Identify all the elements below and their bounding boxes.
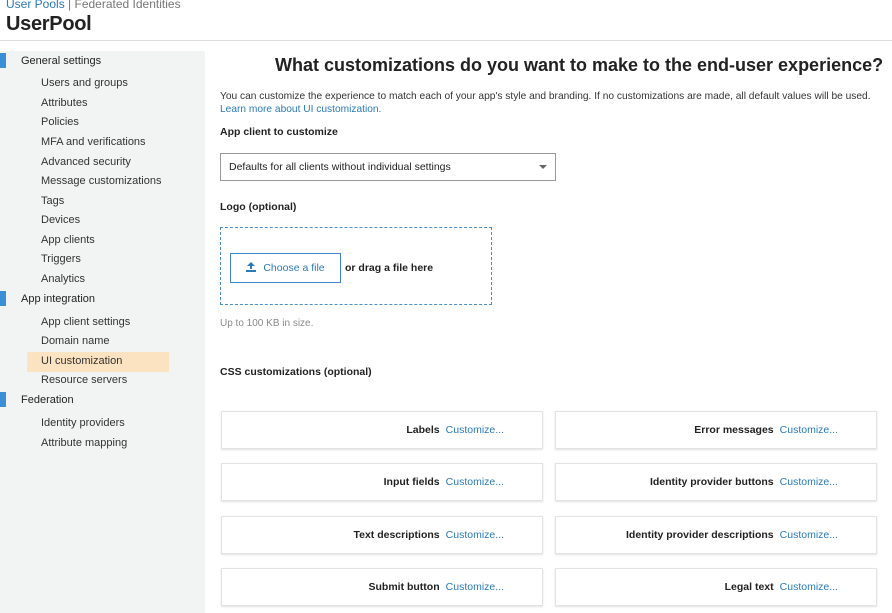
sidebar-section-federation[interactable]: Federation [0, 390, 74, 409]
customize-link[interactable]: Customize... [446, 581, 504, 593]
css-customizations-label: CSS customizations (optional) [220, 366, 372, 378]
card-label: Identity provider descriptions [626, 529, 774, 541]
upload-icon [246, 261, 257, 275]
breadcrumb: User Pools | Federated Identities [6, 0, 181, 11]
sidebar-section-label: App integration [21, 292, 95, 305]
sidebar-section-label: Federation [21, 393, 74, 406]
card-label: Input fields [383, 476, 440, 488]
logo-dropzone[interactable]: Choose a file or drag a file here [220, 227, 492, 305]
sidebar-item-domain-name[interactable]: Domain name [41, 334, 109, 349]
section-marker [0, 53, 6, 68]
app-client-select-value: Defaults for all clients without individ… [229, 161, 451, 173]
sidebar-item-identity-providers[interactable]: Identity providers [41, 416, 125, 431]
app-client-select[interactable]: Defaults for all clients without individ… [220, 153, 556, 181]
sidebar-item-users-and-groups[interactable]: Users and groups [41, 76, 128, 91]
customize-link[interactable]: Customize... [780, 529, 838, 541]
main-heading: What customizations do you want to make … [275, 55, 884, 75]
sidebar: General settings Users and groups Attrib… [0, 51, 205, 613]
choose-file-label: Choose a file [263, 262, 325, 274]
sidebar-section-general-settings[interactable]: General settings [0, 51, 101, 70]
size-hint: Up to 100 KB in size. [220, 318, 314, 329]
drag-file-text: or drag a file here [345, 262, 434, 274]
sidebar-item-attribute-mapping[interactable]: Attribute mapping [41, 436, 127, 451]
intro-text: You can customize the experience to matc… [220, 90, 871, 116]
customize-link[interactable]: Customize... [780, 476, 838, 488]
customize-link[interactable]: Customize... [446, 529, 504, 541]
app-client-label: App client to customize [220, 126, 338, 138]
card-label: Text descriptions [353, 529, 440, 541]
sidebar-section-app-integration[interactable]: App integration [0, 289, 95, 308]
intro-description: You can customize the experience to matc… [220, 91, 871, 102]
card-label: Error messages [694, 424, 774, 436]
card-identity-provider-buttons: Identity provider buttons Customize... [555, 463, 877, 501]
card-legal-text: Legal text Customize... [555, 568, 877, 606]
customize-link[interactable]: Customize... [446, 476, 504, 488]
customize-link[interactable]: Customize... [446, 424, 504, 436]
sidebar-item-tags[interactable]: Tags [41, 194, 64, 209]
sidebar-item-resource-servers[interactable]: Resource servers [41, 373, 127, 388]
chevron-down-icon [539, 165, 547, 169]
customize-link[interactable]: Customize... [780, 424, 838, 436]
sidebar-item-devices[interactable]: Devices [41, 213, 80, 228]
card-label: Identity provider buttons [649, 476, 774, 488]
card-error-messages: Error messages Customize... [555, 411, 877, 449]
card-labels: Labels Customize... [221, 411, 543, 449]
card-identity-provider-descriptions: Identity provider descriptions Customize… [555, 516, 877, 554]
choose-file-button[interactable]: Choose a file [230, 253, 341, 283]
sidebar-item-attributes[interactable]: Attributes [41, 96, 87, 111]
learn-more-link[interactable]: Learn more about UI customization. [220, 104, 381, 115]
sidebar-item-triggers[interactable]: Triggers [41, 252, 81, 267]
sidebar-item-app-clients[interactable]: App clients [41, 233, 95, 248]
card-label: Legal text [724, 581, 774, 593]
customize-link[interactable]: Customize... [780, 581, 838, 593]
page-title: UserPool [6, 13, 92, 35]
sidebar-item-ui-customization[interactable]: UI customization [41, 354, 122, 369]
card-label: Submit button [368, 581, 440, 593]
card-label: Labels [406, 424, 440, 436]
logo-label: Logo (optional) [220, 201, 297, 213]
section-marker [0, 291, 6, 306]
sidebar-item-advanced-security[interactable]: Advanced security [41, 155, 131, 170]
sidebar-item-app-client-settings[interactable]: App client settings [41, 315, 130, 330]
header-divider [0, 40, 892, 41]
sidebar-item-policies[interactable]: Policies [41, 115, 79, 130]
breadcrumb-separator: | [68, 0, 72, 11]
sidebar-item-mfa-and-verifications[interactable]: MFA and verifications [41, 135, 146, 150]
card-submit-button: Submit button Customize... [221, 568, 543, 606]
section-marker [0, 392, 6, 407]
sidebar-section-label: General settings [21, 54, 102, 67]
sidebar-item-message-customizations[interactable]: Message customizations [41, 174, 161, 189]
card-text-descriptions: Text descriptions Customize... [221, 516, 543, 554]
breadcrumb-current[interactable]: Federated Identities [75, 0, 181, 11]
sidebar-item-analytics[interactable]: Analytics [41, 272, 85, 287]
breadcrumb-user-pools-link[interactable]: User Pools [6, 0, 65, 11]
card-input-fields: Input fields Customize... [221, 463, 543, 501]
